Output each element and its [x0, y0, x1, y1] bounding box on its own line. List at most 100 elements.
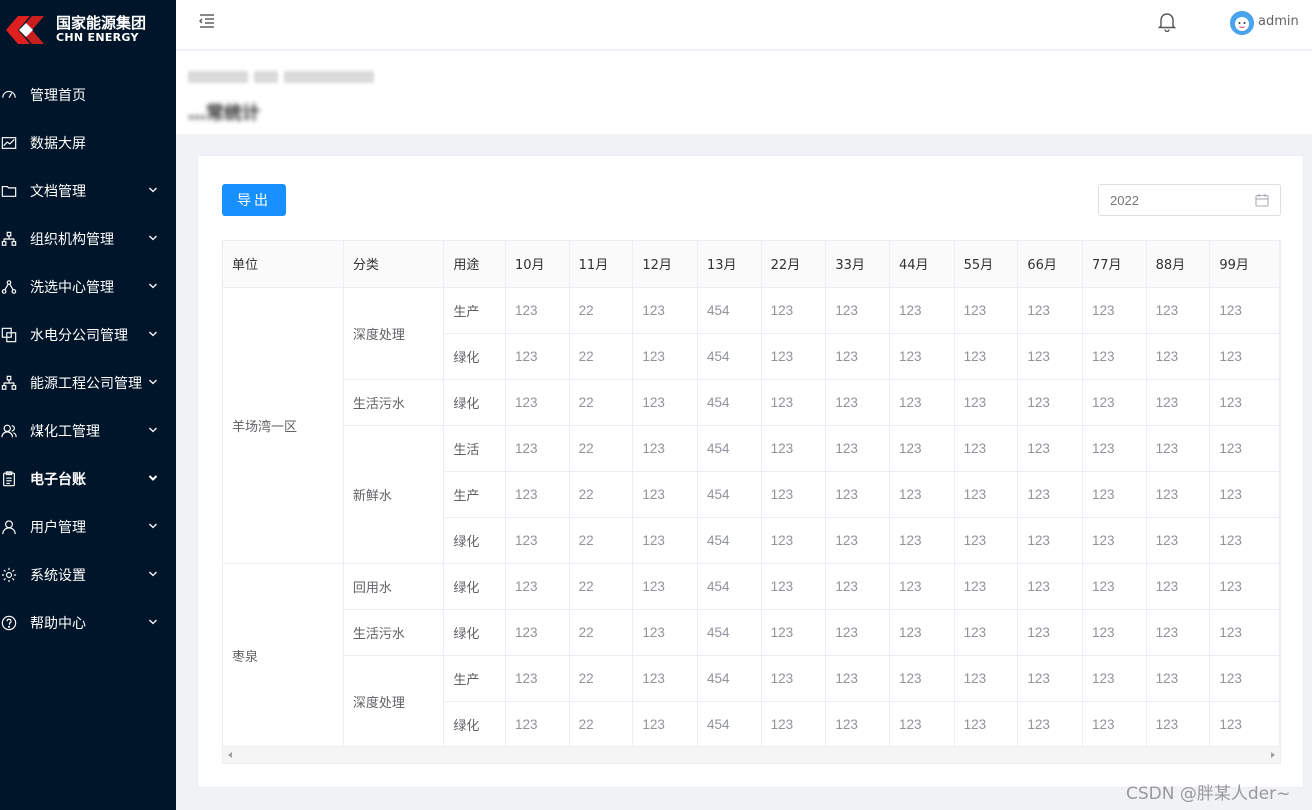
- value-cell: 123: [761, 425, 827, 472]
- value-cell: 123: [505, 609, 570, 656]
- column-header: 55月: [954, 241, 1019, 288]
- value-cell: 22: [569, 425, 634, 472]
- username[interactable]: admin: [1258, 14, 1299, 29]
- unit-cell: 羊场湾一区: [223, 287, 344, 564]
- brand-logo[interactable]: 国家能源集团 CHN ENERGY: [0, 0, 176, 60]
- value-cell: 22: [569, 701, 634, 748]
- sidebar-item-0[interactable]: 管理首页: [0, 71, 176, 119]
- value-cell: 22: [569, 379, 634, 426]
- value-cell: 454: [697, 425, 762, 472]
- use-cell: 绿化: [443, 333, 506, 380]
- table-row: 深度处理 生产 123 22 123 454 123 123 123 123 123 123 123 12…: [223, 655, 1280, 748]
- value-cell: 123: [825, 701, 890, 748]
- value-cell: 454: [697, 379, 762, 426]
- value-cell: 123: [1017, 379, 1083, 426]
- value-cell: 123: [889, 425, 955, 472]
- value-cell: 123: [1082, 563, 1147, 610]
- value-cell: 123: [1082, 287, 1147, 334]
- value-cell: 123: [1209, 379, 1280, 426]
- sidebar-item-1[interactable]: 数据大屏: [0, 119, 176, 167]
- sidebar-item-3[interactable]: 组织机构管理: [0, 215, 176, 263]
- value-cell: 123: [505, 425, 570, 472]
- value-cell: 123: [1017, 471, 1083, 518]
- value-cell: 123: [1082, 379, 1147, 426]
- brand-name-cn: 国家能源集团: [56, 14, 147, 33]
- value-cell: 123: [505, 517, 570, 564]
- value-cell: 22: [569, 655, 634, 702]
- table-row: 生活污水 绿化 123 22 123 454 123 123 123 123 123 123 123 12…: [223, 609, 1280, 656]
- sidebar-item-11[interactable]: 帮助中心: [0, 599, 176, 647]
- sidebar-item-label: 用户管理: [30, 520, 86, 536]
- value-cell: 123: [1209, 471, 1280, 518]
- scroll-left-icon[interactable]: [228, 752, 232, 758]
- column-header: 分类: [343, 241, 445, 288]
- value-cell: 123: [505, 333, 570, 380]
- value-cell: 123: [1209, 701, 1280, 748]
- sidebar-item-7[interactable]: 煤化工管理: [0, 407, 176, 455]
- users-icon: [0, 422, 18, 440]
- sidebar-item-10[interactable]: 系统设置: [0, 551, 176, 599]
- value-cell: 123: [1082, 517, 1147, 564]
- export-button[interactable]: 导出: [222, 184, 286, 216]
- value-cell: 123: [761, 563, 827, 610]
- value-cell: 454: [697, 517, 762, 564]
- value-cell: 454: [697, 655, 762, 702]
- category-cell: 新鲜水: [343, 425, 445, 564]
- sidebar: 国家能源集团 CHN ENERGY 管理首页 数据大屏 文档管理组织机构管理洗选中心…: [0, 0, 176, 810]
- use-cell: 生活: [443, 425, 506, 472]
- sidebar-item-9[interactable]: 用户管理: [0, 503, 176, 551]
- bell-icon[interactable]: [1157, 12, 1177, 33]
- content-card: 导出 单位分类用途10月11月12月13月22月33月44月55月66月77月8…: [197, 155, 1304, 788]
- unit-cell: 枣泉: [223, 563, 344, 748]
- sidebar-item-label: 组织机构管理: [30, 232, 114, 248]
- value-cell: 123: [889, 471, 955, 518]
- question-icon: [0, 614, 18, 632]
- year-picker[interactable]: [1098, 184, 1281, 216]
- category-cell: 深度处理: [343, 655, 445, 748]
- sidebar-item-8[interactable]: 电子台账: [0, 455, 176, 503]
- value-cell: 454: [697, 563, 762, 610]
- value-cell: 454: [697, 609, 762, 656]
- category-cell: 生活污水: [343, 609, 445, 656]
- scroll-right-icon[interactable]: [1271, 752, 1275, 758]
- value-cell: 123: [954, 425, 1019, 472]
- chevron-down-icon: [147, 472, 159, 484]
- sidebar-item-label: 水电分公司管理: [30, 328, 128, 344]
- sidebar-item-5[interactable]: 水电分公司管理: [0, 311, 176, 359]
- chevron-down-icon: [147, 376, 159, 388]
- value-cell: 123: [889, 333, 955, 380]
- user-avatar[interactable]: [1230, 11, 1254, 35]
- value-cell: 123: [1017, 517, 1083, 564]
- org-tree-icon: [0, 374, 18, 392]
- value-cell: 123: [954, 655, 1019, 702]
- table-row: 枣泉 回用水 绿化 123 22 123 454 123 123 123 123 123 123 123 1…: [223, 563, 1280, 748]
- sidebar-item-6[interactable]: 能源工程公司管理: [0, 359, 176, 407]
- value-cell: 123: [1082, 701, 1147, 748]
- use-cell: 生产: [443, 655, 506, 702]
- value-cell: 123: [889, 517, 955, 564]
- value-cell: 123: [1209, 563, 1280, 610]
- value-cell: 123: [761, 379, 827, 426]
- copy-icon: [0, 326, 18, 344]
- sidebar-item-2[interactable]: 文档管理: [0, 167, 176, 215]
- use-cell: 绿化: [443, 379, 506, 426]
- use-cell: 生产: [443, 287, 506, 334]
- value-cell: 123: [954, 563, 1019, 610]
- horizontal-scrollbar[interactable]: [223, 746, 1280, 763]
- line-chart-icon: [0, 134, 18, 152]
- value-cell: 123: [632, 655, 698, 702]
- value-cell: 123: [1146, 379, 1211, 426]
- value-cell: 123: [761, 287, 827, 334]
- value-cell: 123: [1146, 563, 1211, 610]
- value-cell: 123: [825, 379, 890, 426]
- value-cell: 123: [632, 379, 698, 426]
- menu-fold-icon[interactable]: [198, 12, 216, 30]
- value-cell: 123: [1146, 471, 1211, 518]
- value-cell: 123: [632, 333, 698, 380]
- sidebar-item-4[interactable]: 洗选中心管理: [0, 263, 176, 311]
- chevron-down-icon: [147, 184, 159, 196]
- table-row: 羊场湾一区 深度处理 生产 123 22 123 454 123 123 123 123 123 123…: [223, 287, 1280, 564]
- year-input[interactable]: [1099, 185, 1239, 215]
- value-cell: 123: [825, 287, 890, 334]
- value-cell: 123: [954, 333, 1019, 380]
